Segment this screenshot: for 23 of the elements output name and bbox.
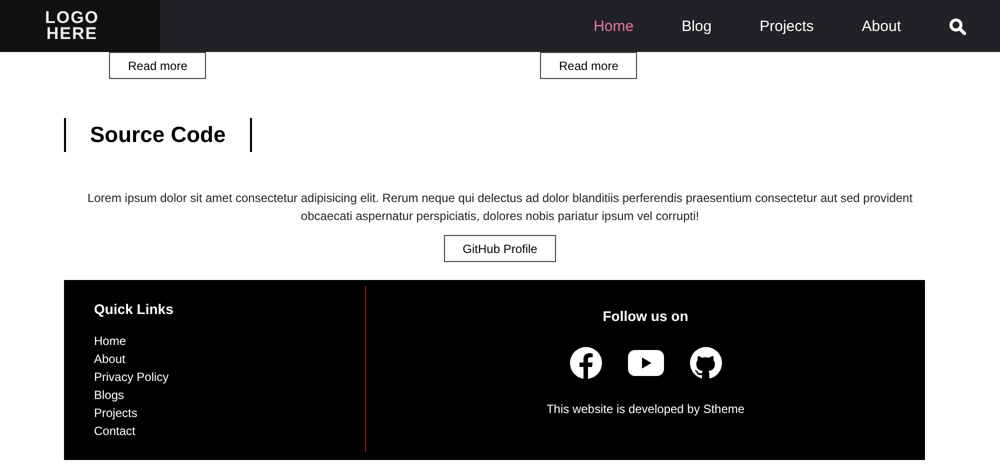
nav-link[interactable]: About bbox=[838, 18, 925, 34]
section-title: Source Code bbox=[64, 118, 252, 152]
footer-link[interactable]: Home bbox=[94, 332, 126, 350]
footer-heading: Follow us on bbox=[602, 308, 688, 324]
footer-link[interactable]: Projects bbox=[94, 404, 138, 422]
footer-link[interactable]: Contact bbox=[94, 422, 136, 440]
credit-text: This website is developed by Stheme bbox=[546, 402, 745, 416]
nav-link[interactable]: Home bbox=[570, 18, 658, 34]
nav-link[interactable]: Blog bbox=[658, 18, 736, 34]
play-button-icon[interactable] bbox=[626, 349, 664, 377]
search-icon[interactable] bbox=[949, 18, 966, 34]
footer-link[interactable]: Privacy Policy bbox=[94, 368, 169, 386]
nav-link[interactable]: Projects bbox=[736, 18, 838, 34]
cat-icon[interactable] bbox=[688, 346, 722, 380]
read-more-button[interactable]: Read more bbox=[109, 52, 206, 79]
section-text: Lorem ipsum dolor sit amet consectetur adipisicing elit. Rerum neque qui delectus ad dolor blanditiis perferendis praesentium consectetur aut sed provident obcaecati aspernatur perspiciatis, dolores nobis pariatur ipsum vel corrupti! bbox=[86, 190, 914, 225]
read-more-button[interactable]: Read more bbox=[540, 52, 638, 79]
footer-link[interactable]: Blogs bbox=[94, 386, 124, 404]
github-profile-button[interactable]: GitHub Profile bbox=[444, 235, 556, 262]
footer-heading: Quick Links bbox=[94, 301, 174, 317]
logo[interactable]: LOGO HERE bbox=[0, 0, 160, 52]
letter-f-icon[interactable] bbox=[568, 346, 602, 380]
footer-link[interactable]: About bbox=[94, 350, 126, 368]
